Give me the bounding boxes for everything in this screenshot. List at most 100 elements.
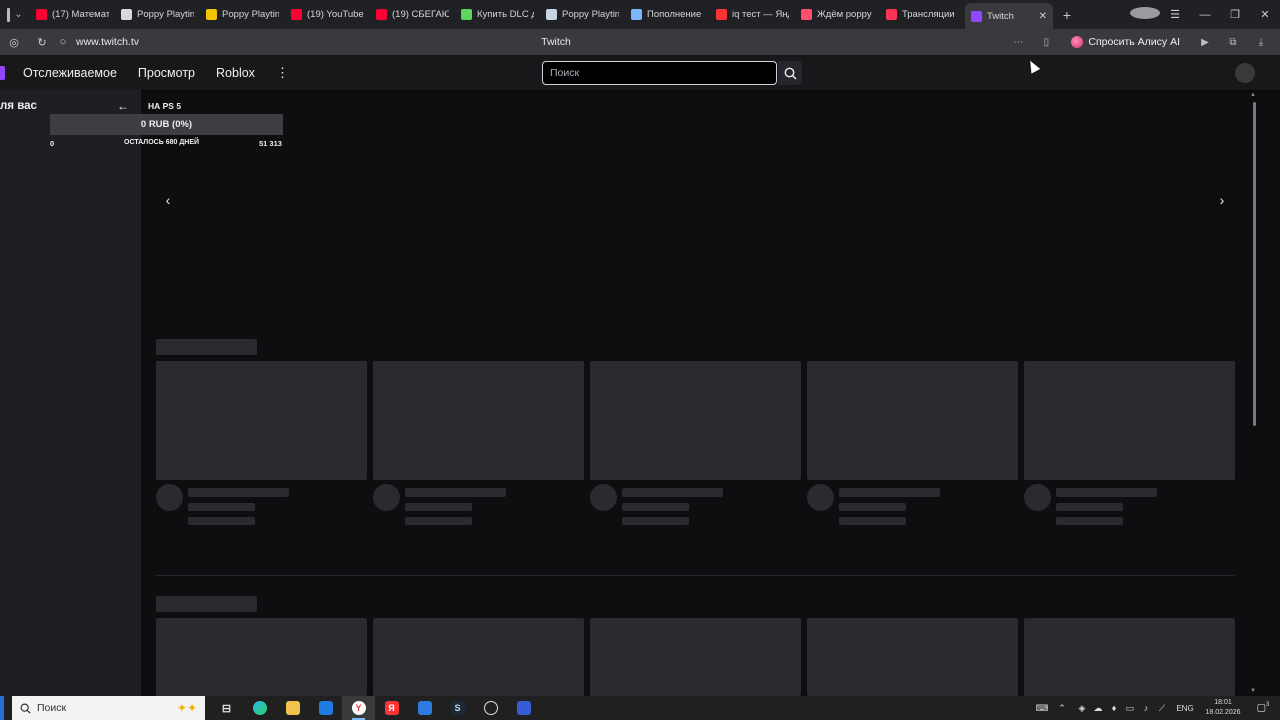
bookmark-icon[interactable]: ▯ — [1035, 37, 1057, 48]
volume-icon[interactable]: ♪ — [1138, 703, 1154, 713]
steam-app[interactable]: S — [441, 696, 474, 720]
page-scrollbar[interactable]: ▲ ▼ — [1248, 90, 1260, 696]
clock-date: 18.02.2026 — [1205, 709, 1241, 716]
mail-app[interactable] — [309, 696, 342, 720]
browser-tab[interactable]: Ждём poppy — [795, 4, 880, 26]
twitch-logo-icon[interactable] — [0, 65, 5, 80]
microphone-icon[interactable]: ♦ — [1106, 703, 1122, 713]
task-view-button[interactable]: ⊟ — [210, 696, 243, 720]
close-window-button[interactable]: ✕ — [1250, 8, 1280, 21]
profile-icon — [1130, 7, 1160, 19]
browser-tab[interactable]: (17) Математ — [30, 4, 115, 26]
search-input[interactable] — [542, 61, 777, 85]
media-icon[interactable]: ▶ — [1194, 37, 1216, 48]
nav-roblox[interactable]: Roblox — [216, 66, 255, 80]
maximize-button[interactable]: ❐ — [1220, 8, 1250, 21]
collapse-sidebar-icon[interactable]: ← — [117, 99, 129, 113]
skeleton-section-title — [156, 596, 257, 612]
scrollbar-thumb[interactable] — [1253, 102, 1256, 426]
tray-app-icon[interactable]: ◈ — [1074, 703, 1090, 714]
explorer-app[interactable] — [276, 696, 309, 720]
browser-tab-title: (17) Математ — [52, 9, 109, 20]
g2a-icon — [461, 9, 472, 20]
pikabu-icon — [801, 9, 812, 20]
game-app[interactable] — [474, 696, 507, 720]
tabs: (17) Математ Poppy Playtin Poppy Playtin (1… — [30, 0, 1053, 29]
browser-tab[interactable]: Трансляции — [880, 4, 965, 26]
browser-tab[interactable]: (19) СБЕГАЮ — [370, 4, 455, 26]
tool-app[interactable] — [507, 696, 540, 720]
youtube-icon — [291, 9, 302, 20]
store-app[interactable] — [408, 696, 441, 720]
streams-icon — [886, 9, 897, 20]
close-tab-icon[interactable]: ✕ — [1039, 11, 1047, 22]
site-info-icon[interactable]: ○ — [56, 36, 70, 48]
carousel-next-button[interactable]: › — [1214, 192, 1230, 208]
browser-tab[interactable]: Пополнение — [625, 4, 710, 26]
browser-tab-title: Трансляции — [902, 9, 955, 20]
carousel-prev-button[interactable]: ‹ — [160, 192, 176, 208]
taskbar-apps: ⊟ Y Я S — [210, 696, 540, 720]
taskbar-search-placeholder: Поиск — [37, 702, 67, 714]
new-tab-button[interactable]: + — [1057, 7, 1077, 23]
downloads-icon[interactable]: ⤓ — [1250, 37, 1272, 48]
skeleton-line — [1056, 503, 1123, 511]
yandex-app[interactable]: Я — [375, 696, 408, 720]
skeleton-line — [405, 488, 506, 497]
search-button[interactable] — [778, 61, 802, 85]
yandex-browser-app[interactable]: Y — [342, 696, 375, 720]
more-dots-icon[interactable]: ⋯ — [1007, 37, 1029, 48]
scroll-up-arrow-icon[interactable]: ▲ — [1250, 92, 1256, 98]
show-hidden-icons-icon[interactable]: ⌃ — [1050, 703, 1074, 714]
skeleton-line — [188, 488, 289, 497]
browser-tab[interactable]: Poppy Playtin — [540, 4, 625, 26]
taskbar-search[interactable]: Поиск ✦✦ — [12, 696, 205, 720]
browser-tab[interactable]: iq тест — Янд — [710, 4, 795, 26]
sidebar-toggle-icon — [7, 7, 11, 22]
address-bar-actions: ⋯ ▯ Спросить Алису AI ▶ ⧉ ⤓ — [1007, 36, 1280, 48]
user-avatar[interactable] — [1235, 63, 1255, 83]
goal-min-value: 0 — [50, 139, 55, 148]
notification-center-button[interactable]: ▢3 — [1246, 702, 1280, 713]
refill-icon — [631, 9, 642, 20]
skeleton-card — [807, 361, 1018, 480]
browser-menu-button[interactable]: ☰ — [1160, 8, 1190, 21]
network-icon[interactable]: ⟋ — [1154, 703, 1170, 714]
notification-count: 3 — [1266, 702, 1270, 709]
skeleton-avatar — [590, 484, 617, 511]
minimize-button[interactable]: — — [1190, 9, 1220, 21]
keyboard-icon[interactable]: ⌨ — [1034, 703, 1050, 714]
nav-browse[interactable]: Просмотр — [138, 66, 195, 80]
edge-app[interactable] — [243, 696, 276, 720]
browser-tab[interactable]: Poppy Playtin — [115, 4, 200, 26]
goal-progress-bar: 0 RUB (0%) — [50, 114, 283, 135]
scroll-down-arrow-icon[interactable]: ▼ — [1250, 688, 1256, 694]
language-indicator[interactable]: ENG — [1170, 704, 1200, 713]
protect-icon[interactable]: ◎ — [0, 36, 28, 49]
yandex-icon — [716, 9, 727, 20]
browser-tab[interactable]: Купить DLC д — [455, 4, 540, 26]
reload-button[interactable]: ↻ — [28, 36, 56, 49]
skeleton-line — [405, 517, 472, 525]
browser-tab[interactable]: Poppy Playtin — [200, 4, 285, 26]
store-icon — [417, 701, 432, 715]
search-icon — [784, 67, 797, 80]
notification-icon: ▢ — [1256, 702, 1267, 714]
collections-icon[interactable]: ⧉ — [1222, 37, 1244, 48]
cloud-icon[interactable]: ☁ — [1090, 703, 1106, 714]
profile-button[interactable] — [1130, 7, 1160, 22]
skeleton-section-title — [156, 339, 257, 355]
sidebar-for-you-heading: ля вас — [0, 100, 37, 112]
url-field[interactable]: www.twitch.tv — [76, 36, 139, 48]
page-title: Twitch — [541, 36, 571, 48]
nav-following[interactable]: Отслеживаемое — [23, 66, 117, 80]
browser-tab[interactable]: Twitch ✕ — [965, 3, 1053, 29]
goal-progress-label: 0 RUB (0%) — [140, 119, 193, 130]
ask-alice-button[interactable]: Спросить Алису AI — [1063, 36, 1188, 48]
browser-tab-title: Poppy Playtin — [137, 9, 194, 20]
more-menu-icon[interactable]: ⋮ — [276, 65, 289, 81]
clock[interactable]: 18:01 18.02.2026 — [1200, 698, 1246, 718]
browser-tab[interactable]: (19) YouTube — [285, 4, 370, 26]
display-icon[interactable]: ▭ — [1122, 703, 1138, 714]
tab-list-menu[interactable]: ⌄ — [0, 0, 30, 29]
